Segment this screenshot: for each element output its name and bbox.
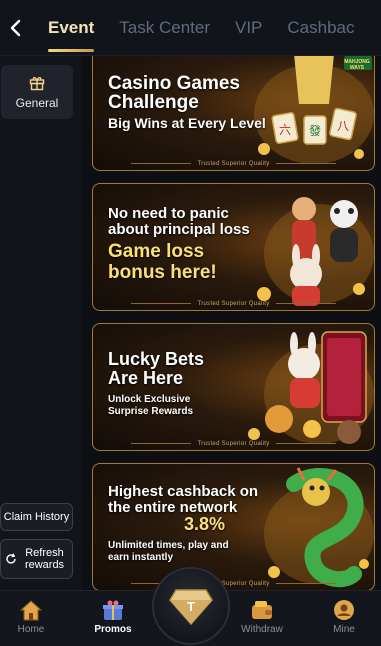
nav-promos[interactable]: Promos bbox=[83, 599, 143, 635]
nav-label: Mine bbox=[333, 624, 355, 635]
refresh-rewards-label: Refresh rewards bbox=[24, 547, 65, 571]
banner-title: Highest cashback on the entire network bbox=[108, 483, 259, 516]
banner-subtitle: Unlock Exclusive Surprise Rewards bbox=[108, 394, 194, 417]
tab-event[interactable]: Event bbox=[48, 0, 95, 56]
claim-history-button[interactable]: Claim History bbox=[0, 503, 73, 531]
mascots-image bbox=[257, 197, 374, 306]
diamond-logo-icon: T bbox=[169, 589, 213, 626]
refresh-rewards-button[interactable]: Refresh rewards bbox=[0, 539, 73, 579]
promo-gift-icon bbox=[103, 600, 123, 620]
lucky-mascots-image bbox=[248, 331, 374, 444]
user-profile-icon bbox=[334, 600, 354, 620]
tab-vip[interactable]: VIP bbox=[235, 0, 262, 56]
banner-title: No need to panic about principal loss bbox=[108, 205, 250, 238]
top-bar: Event Task Center VIP Cashbac bbox=[0, 0, 381, 56]
banner-title: Lucky Bets Are Here bbox=[108, 349, 205, 388]
svg-text:發: 發 bbox=[309, 123, 321, 138]
nav-label: Promos bbox=[94, 624, 132, 635]
svg-text:六: 六 bbox=[279, 123, 291, 137]
wallet-icon bbox=[252, 601, 272, 619]
banner-subtitle: Big Wins at Every Level bbox=[108, 115, 266, 131]
nav-label: Home bbox=[17, 624, 45, 635]
back-button[interactable] bbox=[4, 16, 28, 40]
tab-task-center[interactable]: Task Center bbox=[119, 0, 210, 56]
sidebar-item-general[interactable]: General bbox=[1, 65, 73, 119]
svg-text:T: T bbox=[187, 599, 195, 614]
home-icon bbox=[19, 600, 43, 621]
event-list: 六 發 八 MAHJONG WAYS Casino Games Challeng… bbox=[82, 56, 381, 590]
bottom-nav: Home Promos T Withdraw Mine bbox=[0, 567, 381, 646]
banner-footer: Trusted Superior Quality bbox=[93, 161, 374, 167]
banner-footer: Trusted Superior Quality bbox=[93, 441, 374, 447]
banner-subtitle: Unlimited times, play and earn instantly bbox=[108, 540, 229, 563]
mahjong-ways-badge: MAHJONG WAYS bbox=[344, 59, 370, 71]
cashback-rate: 3.8% bbox=[184, 514, 226, 534]
tab-cashback[interactable]: Cashbac bbox=[287, 0, 354, 56]
chevron-left-icon bbox=[10, 19, 21, 36]
event-banner-casino-games[interactable]: 六 發 八 MAHJONG WAYS Casino Games Challeng… bbox=[92, 56, 375, 171]
tab-bar: Event Task Center VIP Cashbac bbox=[48, 0, 380, 56]
svg-text:八: 八 bbox=[337, 119, 349, 133]
nav-withdraw[interactable]: Withdraw bbox=[232, 599, 292, 635]
banner-subtitle: Game loss bonus here! bbox=[108, 241, 217, 283]
gift-icon bbox=[29, 76, 45, 90]
banner-footer: Trusted Superior Quality bbox=[93, 581, 374, 587]
sidebar: General Claim History Refresh rewards bbox=[0, 56, 82, 590]
nav-mine[interactable]: Mine bbox=[314, 599, 374, 635]
nav-label: Withdraw bbox=[241, 624, 283, 635]
event-banner-lucky-bets[interactable]: Lucky Bets Are Here Unlock Exclusive Sur… bbox=[92, 323, 375, 451]
refresh-icon bbox=[6, 553, 16, 564]
nav-home[interactable]: Home bbox=[1, 599, 61, 635]
event-banner-loss-bonus[interactable]: No need to panic about principal loss Ga… bbox=[92, 183, 375, 311]
claim-history-label: Claim History bbox=[3, 511, 70, 523]
event-banner-cashback[interactable]: Highest cashback on the entire network 3… bbox=[92, 463, 375, 590]
sidebar-item-label: General bbox=[15, 95, 59, 110]
banner-title: Casino Games Challenge bbox=[108, 73, 240, 113]
center-logo-button[interactable]: T bbox=[152, 567, 230, 645]
banner-footer: Trusted Superior Quality bbox=[93, 301, 374, 307]
